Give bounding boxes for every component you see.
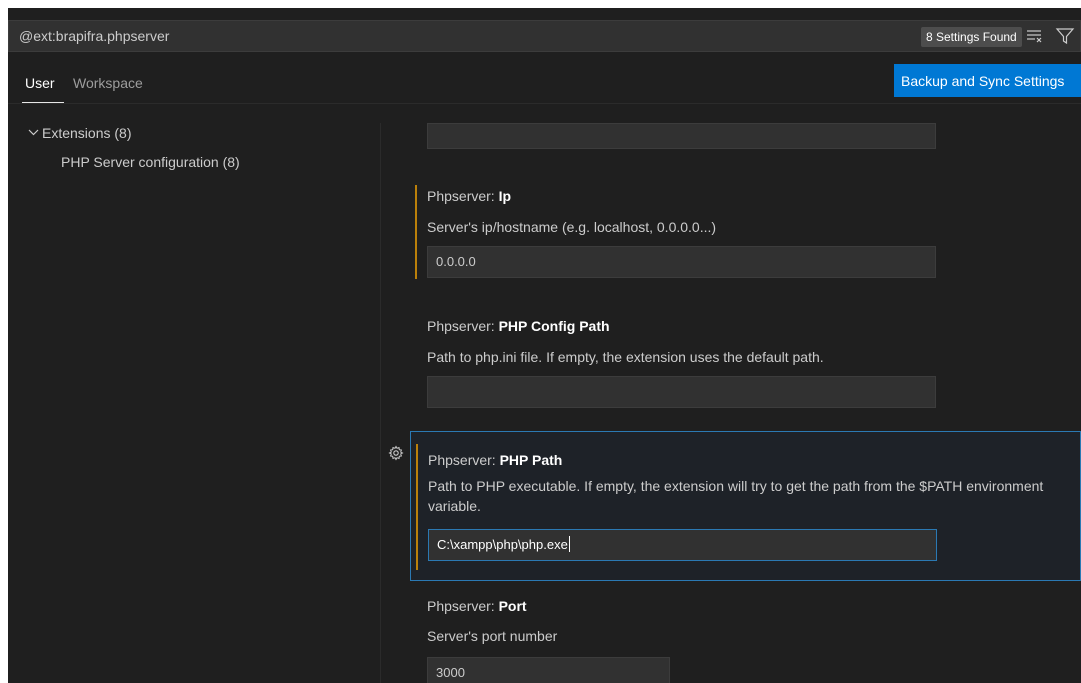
ip-input[interactable]: 0.0.0.0 [427,246,936,278]
php-path-value: C:\xampp\php\php.exe [437,537,568,552]
setting-php-path-description: Path to PHP executable. If empty, the ex… [428,478,1044,514]
setting-port: Phpserver: Port Server's port number 300… [410,593,1081,683]
setting-ip-title: Phpserver: Ip [427,188,512,204]
setting-port-title: Phpserver: Port [427,598,527,614]
modified-indicator [415,185,417,279]
setting-ip-description: Server's ip/hostname (e.g. localhost, 0.… [427,219,717,235]
setting-php-path-title: Phpserver: PHP Path [428,452,563,468]
previous-setting-input[interactable] [427,123,936,149]
clear-filter-icon[interactable] [1025,26,1045,46]
tab-user[interactable]: User [25,75,55,91]
php-config-path-input[interactable] [427,376,936,408]
settings-editor: 8 Settings Found User Workspace Backup a… [8,8,1081,683]
modified-indicator [416,444,418,570]
settings-search-bar: 8 Settings Found [8,20,1081,52]
setting-php-path[interactable]: Phpserver: PHP Path Path to PHP executab… [410,431,1081,581]
setting-previous-clipped [410,123,1081,153]
setting-php-config-path-description: Path to php.ini file. If empty, the exte… [427,349,824,365]
results-count-badge: 8 Settings Found [921,27,1022,47]
port-input[interactable]: 3000 [427,657,670,683]
setting-php-config-path: Phpserver: PHP Config Path Path to php.i… [410,315,1081,415]
settings-search-input[interactable] [9,21,889,51]
php-path-input[interactable]: C:\xampp\php\php.exe [428,529,937,561]
funnel-icon[interactable] [1055,26,1075,46]
toc-item-extensions[interactable]: Extensions (8) [28,125,131,141]
toc-item-php-server-configuration[interactable]: PHP Server configuration (8) [61,154,240,170]
toc-divider [380,123,381,683]
text-caret [568,536,570,552]
setting-ip: Phpserver: Ip Server's ip/hostname (e.g.… [410,185,1081,285]
gear-icon[interactable] [388,445,404,461]
setting-port-description: Server's port number [427,628,558,644]
chevron-down-icon [28,125,42,141]
tab-workspace[interactable]: Workspace [73,75,143,91]
backup-and-sync-button[interactable]: Backup and Sync Settings [894,64,1081,97]
setting-php-config-path-title: Phpserver: PHP Config Path [427,318,610,334]
tabs-divider [8,103,1081,104]
toc-item-extensions-label: Extensions (8) [42,125,132,141]
